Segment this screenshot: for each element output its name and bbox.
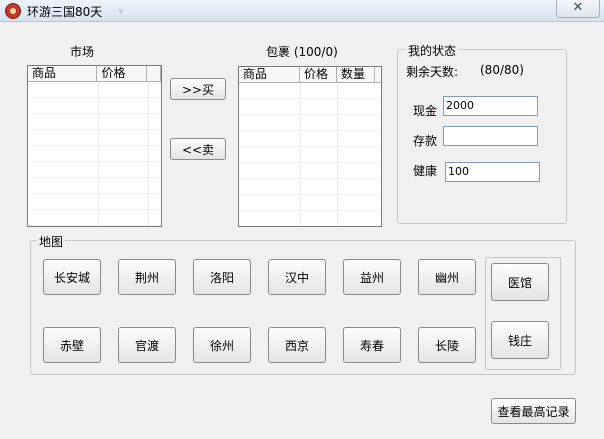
days-value: (80/80) <box>480 63 524 77</box>
market-col-price[interactable]: 价格 <box>97 66 148 82</box>
city-button-jingzhou[interactable]: 荆州 <box>118 259 176 295</box>
app-icon <box>5 3 21 19</box>
bag-list[interactable]: 商品 价格 数量 <box>238 66 382 227</box>
bank-button[interactable]: 钱庄 <box>491 321 549 359</box>
city-button-guandu[interactable]: 官渡 <box>118 327 176 363</box>
bag-col-divider <box>337 83 338 226</box>
hospital-button[interactable]: 医馆 <box>491 263 549 301</box>
cash-label: 现金 <box>413 104 438 118</box>
days-label: 剩余天数: <box>406 65 459 79</box>
market-col-divider <box>98 82 99 226</box>
window-title: 环游三国80天 <box>27 5 103 19</box>
savings-field[interactable] <box>443 126 538 146</box>
close-icon: ✕ <box>572 0 584 15</box>
bag-label: 包裹 (100/0) <box>266 45 338 59</box>
view-records-button[interactable]: 查看最高记录 <box>491 398 576 424</box>
health-field[interactable]: 100 <box>445 162 540 182</box>
ghost-menu-decoration: ▾ <box>118 5 124 18</box>
city-button-xijing[interactable]: 西京 <box>268 327 326 363</box>
status-title: 我的状态 <box>406 42 459 59</box>
bag-list-header: 商品 价格 数量 <box>239 67 381 83</box>
city-button-luoyang[interactable]: 洛阳 <box>193 259 251 295</box>
city-button-shouchun[interactable]: 寿春 <box>343 327 401 363</box>
main-client-area: 市场 商品 价格 >>买 <<卖 包裹 (100/0) 商品 价格 数量 我的状… <box>4 23 600 435</box>
market-list-body[interactable] <box>28 82 161 226</box>
city-button-changling[interactable]: 长陵 <box>418 327 476 363</box>
city-button-chibi[interactable]: 赤壁 <box>43 327 101 363</box>
health-label: 健康 <box>413 164 438 178</box>
market-col-extra[interactable] <box>147 66 161 82</box>
market-list-header: 商品 价格 <box>28 66 161 82</box>
close-button[interactable]: ✕ <box>556 0 600 18</box>
city-button-xuzhou[interactable]: 徐州 <box>193 327 251 363</box>
bag-col-price[interactable]: 价格 <box>300 67 337 83</box>
bag-col-quantity[interactable]: 数量 <box>337 67 375 83</box>
city-button-changan[interactable]: 长安城 <box>43 259 101 295</box>
city-button-hanzhong[interactable]: 汉中 <box>268 259 326 295</box>
market-col-divider <box>148 82 149 226</box>
buy-button[interactable]: >>买 <box>170 78 226 100</box>
bag-list-body[interactable] <box>239 83 381 226</box>
market-label: 市场 <box>70 45 95 59</box>
title-bar[interactable]: 环游三国80天 ▾ ✕ <box>0 0 604 22</box>
cash-field[interactable]: 2000 <box>443 96 538 116</box>
city-button-yizhou[interactable]: 益州 <box>343 259 401 295</box>
map-title: 地图 <box>37 233 66 250</box>
bag-col-item[interactable]: 商品 <box>239 67 300 83</box>
city-button-youzhou[interactable]: 幽州 <box>418 259 476 295</box>
sell-button[interactable]: <<卖 <box>170 138 226 160</box>
market-list[interactable]: 商品 价格 <box>27 65 162 227</box>
savings-label: 存款 <box>413 134 438 148</box>
market-col-item[interactable]: 商品 <box>28 66 98 82</box>
bag-col-divider <box>300 83 301 226</box>
